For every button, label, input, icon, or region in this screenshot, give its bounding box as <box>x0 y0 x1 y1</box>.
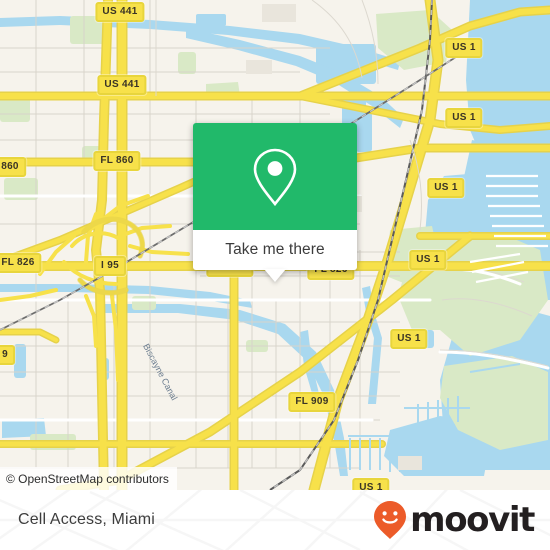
road-shield: US 441 <box>95 2 145 22</box>
road-shield: US 1 <box>427 178 465 198</box>
road-shield: US 441 <box>97 75 147 95</box>
take-me-there-label[interactable]: Take me there <box>225 241 325 259</box>
road-shield: FL 909 <box>288 392 336 412</box>
popup-pointer-tail <box>264 269 286 282</box>
road-shield: US 1 <box>390 329 428 349</box>
moovit-map-screenshot: Biscayne Canal US 441 US 441 US 1 US 1 FL 86… <box>0 0 550 550</box>
osm-attribution[interactable]: © OpenStreetMap contributors <box>0 467 177 490</box>
popup-icon-area <box>193 123 357 230</box>
osm-attribution-text[interactable]: © OpenStreetMap contributors <box>6 472 169 486</box>
road-shield: I 95 <box>94 256 126 276</box>
moovit-smiley-pin-icon <box>374 501 407 539</box>
road-shield: US 1 <box>445 108 483 128</box>
destination-popup-card[interactable]: Take me there <box>193 123 357 282</box>
road-shield: US 1 <box>409 250 447 270</box>
road-shield: US 1 <box>445 38 483 58</box>
moovit-brand[interactable]: moovit <box>373 490 535 550</box>
road-shield: 860 <box>0 157 26 177</box>
road-shield: FL 826 <box>0 253 42 273</box>
road-shield: FL 860 <box>93 151 141 171</box>
moovit-wordmark: moovit <box>410 500 535 540</box>
footer-bar: Cell Access, Miami moovit <box>0 490 550 550</box>
place-title: Cell Access, Miami <box>18 511 155 528</box>
popup-cta-area[interactable]: Take me there <box>193 230 357 282</box>
road-shield: 9 <box>0 345 15 365</box>
map-pin-icon <box>253 148 297 206</box>
